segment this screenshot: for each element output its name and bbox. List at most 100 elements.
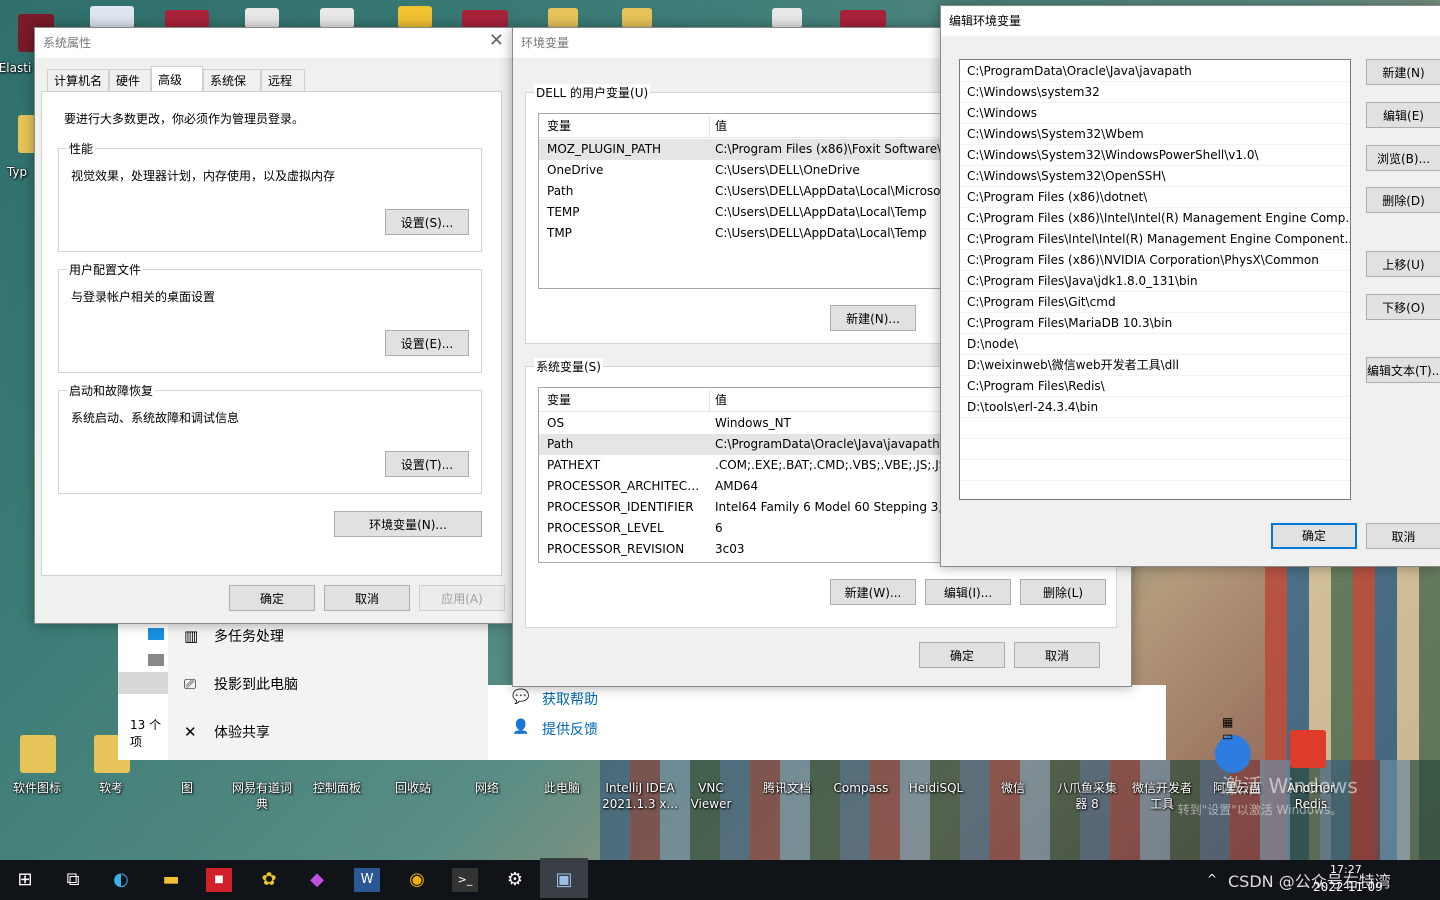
tab-hardware[interactable]: 硬件 [109, 69, 151, 91]
top-icon-5[interactable] [398, 6, 432, 28]
task-view-icon[interactable]: ⧉ [60, 868, 86, 892]
user-vars-label: DELL 的用户变量(U) [534, 84, 651, 101]
get-help-link[interactable]: 获取帮助 [542, 689, 598, 709]
empty-list-slot[interactable] [960, 460, 1350, 481]
top-icon-6[interactable] [462, 10, 508, 28]
close-icon[interactable]: ✕ [489, 30, 504, 51]
desktop-icon-label: 软件图标 [12, 781, 61, 795]
desktop-icon-label: 网易有道词典 [231, 781, 292, 811]
path-edit-button[interactable]: 编辑(E) [1366, 102, 1440, 128]
feedback-icon: 👤 [512, 719, 530, 735]
system-delete-button[interactable]: 删除(L) [1020, 579, 1106, 605]
top-icon-7[interactable] [548, 8, 578, 28]
list-item[interactable]: C:\Windows\System32\Wbem [960, 124, 1350, 145]
system-properties-titlebar[interactable]: 系统属性 [35, 28, 512, 58]
desktop-icon-label: 网络 [474, 781, 499, 795]
environment-variables-button[interactable]: 环境变量(N)... [334, 511, 482, 537]
top-icon-2[interactable] [165, 10, 209, 28]
empty-list-slot[interactable] [960, 418, 1350, 439]
intellij-icon[interactable]: ◆ [304, 868, 330, 892]
share-icon: ✕ [184, 723, 197, 741]
path-browse-button[interactable]: 浏览(B)... [1366, 145, 1440, 171]
word-icon[interactable]: W [354, 868, 380, 892]
profiles-settings-button[interactable]: 设置(E)... [385, 330, 469, 356]
top-icon-10[interactable] [840, 10, 886, 28]
project-item[interactable]: ⎚ 投影到此电脑 [184, 672, 298, 696]
edge-icon[interactable]: ◐ [108, 868, 134, 892]
performance-settings-button[interactable]: 设置(S)... [385, 209, 469, 235]
empty-list-slot[interactable] [960, 439, 1350, 460]
path-delete-button[interactable]: 删除(D) [1366, 187, 1440, 213]
settings-gear-icon[interactable]: ⚙ [502, 868, 528, 892]
move-up-button[interactable]: 上移(U) [1366, 251, 1440, 277]
top-icon-8[interactable] [622, 8, 652, 28]
edit-env-cancel-button[interactable]: 取消 [1366, 523, 1440, 549]
env-cancel-button[interactable]: 取消 [1014, 642, 1100, 668]
list-item[interactable]: C:\Program Files\Git\cmd [960, 292, 1350, 313]
edit-env-ok-button[interactable]: 确定 [1271, 523, 1357, 549]
top-icon-9[interactable] [772, 8, 802, 28]
ok-button[interactable]: 确定 [229, 585, 315, 611]
top-icon-3[interactable] [245, 8, 279, 28]
list-item[interactable]: C:\Windows\System32\WindowsPowerShell\v1… [960, 145, 1350, 166]
top-icon-1[interactable] [90, 6, 134, 28]
view-toggle-icon[interactable]: ▦ ▭ [1222, 715, 1233, 743]
tab-system-protection[interactable]: 系统保护 [203, 69, 261, 110]
edit-env-titlebar[interactable]: 编辑环境变量 [941, 6, 1440, 36]
list-item[interactable]: D:\weixinweb\微信web开发者工具\dll [960, 355, 1350, 376]
help-icon: 💬 [512, 689, 530, 705]
system-properties-taskbar-icon[interactable]: ▣ [551, 868, 577, 892]
share-item[interactable]: ✕ 体验共享 [184, 720, 270, 744]
list-item[interactable]: C:\Program Files (x86)\Intel\Intel(R) Ma… [960, 208, 1350, 229]
list-item[interactable]: D:\node\ [960, 334, 1350, 355]
activate-windows-watermark: 激活 Windows [1222, 774, 1358, 798]
desktop-icon-label: 软考 [98, 781, 123, 795]
clock-date[interactable]: 2022-11-09 [1313, 880, 1383, 894]
system-new-button[interactable]: 新建(W)... [830, 579, 916, 605]
user-new-button[interactable]: 新建(N)... [830, 305, 916, 331]
system-edit-button[interactable]: 编辑(I)... [925, 579, 1011, 605]
another-redis-icon[interactable] [1290, 730, 1326, 768]
env-ok-button[interactable]: 确定 [919, 642, 1005, 668]
cancel-button[interactable]: 取消 [324, 585, 410, 611]
list-item[interactable]: C:\Windows\system32 [960, 82, 1350, 103]
edit-env-window: 编辑环境变量 C:\ProgramData\Oracle\Java\javapa… [940, 5, 1440, 567]
software-folder-icon[interactable] [20, 735, 56, 773]
desktop-icon-label: 图 [180, 781, 193, 795]
list-item[interactable]: C:\Program Files (x86)\dotnet\ [960, 187, 1350, 208]
tray-chevron-icon[interactable]: ^ [1207, 872, 1217, 886]
windows-start-icon[interactable]: ⊞ [12, 868, 38, 892]
path-new-button[interactable]: 新建(N) [1366, 59, 1440, 85]
list-item[interactable]: C:\Program Files\Intel\Intel(R) Manageme… [960, 229, 1350, 250]
terminal-icon[interactable]: >_ [452, 868, 478, 892]
list-item[interactable]: C:\Windows\System32\OpenSSH\ [960, 166, 1350, 187]
desktop-icon-label: 腾讯文档 [762, 781, 811, 795]
list-item[interactable]: C:\ProgramData\Oracle\Java\javapath [960, 61, 1350, 82]
list-item[interactable]: C:\Program Files\Java\jdk1.8.0_131\bin [960, 271, 1350, 292]
tab-computer-name[interactable]: 计算机名 [47, 69, 109, 91]
startup-settings-button[interactable]: 设置(T)... [385, 451, 469, 477]
list-item[interactable]: C:\Program Files\Redis\ [960, 376, 1350, 397]
desktop-icon-label: Compass [833, 781, 889, 795]
tab-advanced[interactable]: 高级 [151, 66, 203, 92]
chrome-icon[interactable]: ◉ [404, 868, 430, 892]
youdao-icon[interactable]: ■ [206, 868, 232, 892]
desktop-icon-label: VNC Viewer [690, 781, 732, 811]
file-explorer-icon[interactable]: ▬ [158, 868, 184, 892]
list-item[interactable]: D:\tools\erl-24.3.4\bin [960, 397, 1350, 418]
selected-drive-row[interactable] [118, 672, 168, 694]
feedback-link[interactable]: 提供反馈 [542, 719, 598, 739]
list-item[interactable]: C:\Program Files (x86)\NVIDIA Corporatio… [960, 250, 1350, 271]
app-icon[interactable]: ✿ [256, 868, 282, 892]
desktop-icon-label: 此电脑 [543, 781, 580, 795]
tab-remote[interactable]: 远程 [261, 69, 305, 91]
list-item[interactable]: C:\Program Files\MariaDB 10.3\bin [960, 313, 1350, 334]
clock-time[interactable]: 17:27 [1330, 863, 1362, 876]
list-item[interactable]: C:\Windows [960, 103, 1350, 124]
move-down-button[interactable]: 下移(O) [1366, 294, 1440, 320]
multitask-item[interactable]: ▥ 多任务处理 [184, 624, 284, 648]
top-icon-4[interactable] [320, 8, 354, 28]
apply-button[interactable]: 应用(A) [419, 585, 505, 611]
edit-text-button[interactable]: 编辑文本(T)... [1366, 357, 1440, 383]
multitask-icon: ▥ [184, 627, 199, 645]
